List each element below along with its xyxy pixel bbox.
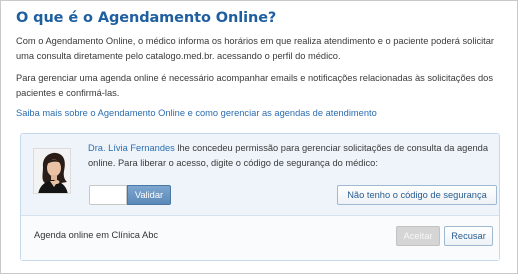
no-security-code-button[interactable]: Não tenho o código de segurança xyxy=(337,185,497,205)
permission-request-panel: Dra. Lívia Fernandes lhe concedeu permis… xyxy=(20,133,500,261)
doctor-avatar xyxy=(33,148,71,194)
clinic-row: Agenda online em Clínica Abc Aceitar Rec… xyxy=(21,216,499,260)
security-code-input[interactable] xyxy=(89,185,127,205)
doctor-name-link[interactable]: Dra. Lívia Fernandes xyxy=(88,143,175,153)
validate-button[interactable]: Validar xyxy=(127,185,171,205)
decline-button[interactable]: Recusar xyxy=(444,226,493,246)
page-title: O que é o Agendamento Online? xyxy=(16,10,277,26)
learn-more-link[interactable]: Saiba mais sobre o Agendamento Online e … xyxy=(16,108,377,118)
clinic-agenda-label: Agenda online em Clínica Abc xyxy=(34,230,159,240)
management-paragraph: Para gerenciar uma agenda online é neces… xyxy=(16,73,494,98)
online-scheduling-card: O que é o Agendamento Online? Com o Agen… xyxy=(0,0,518,274)
accept-button[interactable]: Aceitar xyxy=(396,226,440,246)
request-header: Dra. Lívia Fernandes lhe concedeu permis… xyxy=(21,134,499,216)
intro-paragraph: Com o Agendamento Online, o médico infor… xyxy=(16,36,495,61)
request-message: Dra. Lívia Fernandes lhe concedeu permis… xyxy=(88,141,493,171)
doctor-avatar-icon xyxy=(34,149,70,193)
